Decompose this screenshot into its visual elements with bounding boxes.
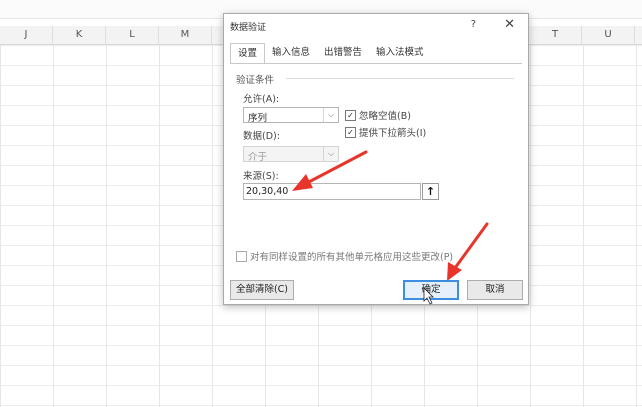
column-header-right: T U [529, 26, 642, 45]
in-cell-dropdown-checkbox[interactable]: ✓ 提供下拉箭头(I) [345, 125, 426, 139]
data-validation-dialog: 数据验证 ? ✕ 设置 输入信息 出错警告 输入法模式 验证条件 允许(A): … [223, 13, 529, 305]
checkbox-icon[interactable] [236, 250, 247, 262]
checkbox-icon[interactable]: ✓ [345, 126, 356, 138]
range-select-button[interactable]: ↑ [422, 183, 439, 200]
column-header-left: J K L M [0, 26, 223, 45]
source-input[interactable]: 20,30,40 [243, 183, 421, 200]
column-header-t[interactable]: T [529, 26, 582, 44]
ignore-blank-checkbox[interactable]: ✓ 忽略空值(B) [345, 108, 411, 122]
allow-select[interactable]: 序列 ⌵ [243, 107, 339, 124]
tab-input-message[interactable]: 输入信息 [265, 43, 317, 63]
tab-ime-mode[interactable]: 输入法模式 [369, 43, 431, 63]
column-header-j[interactable]: J [0, 26, 53, 44]
ignore-blank-label: 忽略空值(B) [359, 111, 411, 122]
ok-button[interactable]: 确定 [403, 280, 459, 300]
tab-settings[interactable]: 设置 [230, 43, 266, 64]
apply-all-label: 对有同样设置的所有其他单元格应用这些更改(P) [250, 252, 454, 263]
data-select: 介于 ⌵ [243, 146, 339, 163]
source-label: 来源(S): [243, 171, 279, 182]
tab-error-alert[interactable]: 出错警告 [317, 43, 369, 63]
section-divider [286, 78, 514, 79]
in-cell-dropdown-label: 提供下拉箭头(I) [359, 128, 427, 139]
chevron-down-icon: ⌵ [323, 147, 338, 161]
close-icon[interactable]: ✕ [504, 17, 515, 32]
chevron-down-icon[interactable]: ⌵ [323, 108, 338, 122]
source-input-value: 20,30,40 [246, 186, 289, 197]
column-header-u[interactable]: U [582, 26, 635, 44]
column-header-k[interactable]: K [53, 26, 106, 44]
tab-divider [230, 63, 522, 64]
dialog-tabs: 设置 输入信息 出错警告 输入法模式 [230, 43, 431, 64]
data-label: 数据(D): [243, 131, 280, 142]
help-icon[interactable]: ? [471, 19, 476, 30]
apply-all-checkbox[interactable]: 对有同样设置的所有其他单元格应用这些更改(P) [236, 249, 453, 263]
clear-all-button[interactable]: 全部清除(C) [230, 280, 294, 300]
allow-label: 允许(A): [243, 94, 280, 105]
allow-select-value: 序列 [248, 113, 268, 124]
column-header-m[interactable]: M [159, 26, 212, 44]
arrow-up-icon: ↑ [425, 185, 436, 198]
validation-criteria-label: 验证条件 [236, 75, 275, 86]
dialog-title: 数据验证 [230, 23, 267, 33]
data-select-value: 介于 [248, 152, 268, 163]
column-header-l[interactable]: L [106, 26, 159, 44]
dialog-titlebar[interactable]: 数据验证 ? ✕ [224, 14, 528, 38]
checkbox-icon[interactable]: ✓ [345, 109, 356, 121]
cancel-button[interactable]: 取消 [467, 280, 523, 300]
